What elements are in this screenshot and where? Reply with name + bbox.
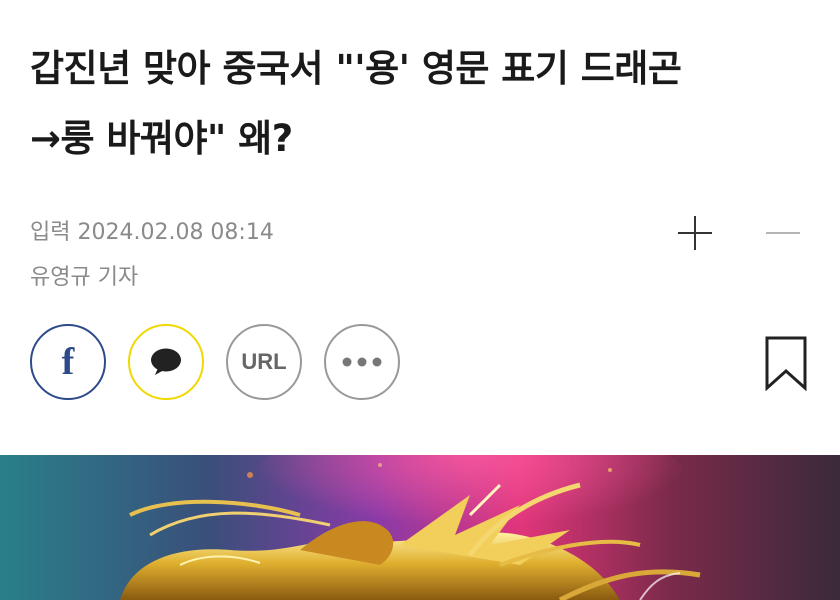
publish-date: 입력 2024.02.08 08:14	[30, 220, 274, 245]
facebook-icon: f	[61, 341, 75, 383]
copy-url-button[interactable]: URL	[226, 324, 302, 400]
font-decrease-button[interactable]	[764, 214, 802, 252]
share-facebook-button[interactable]: f	[30, 324, 106, 400]
bookmark-button[interactable]	[764, 335, 808, 392]
golden-dragon-photo	[0, 455, 840, 600]
url-label: URL	[241, 349, 287, 374]
speech-bubble-icon	[151, 348, 181, 375]
bookmark-icon	[765, 336, 807, 392]
reporter-name: 유영규 기자	[30, 265, 139, 290]
headline-line-2: →룽 바꿔야" 왜?	[30, 117, 293, 160]
font-increase-button[interactable]	[676, 214, 714, 252]
article-headline: 갑진년 맞아 중국서 "'용' 영문 표기 드래곤 →룽 바꿔야" 왜?	[30, 34, 810, 174]
headline-line-1: 갑진년 맞아 중국서 "'용' 영문 표기 드래곤	[30, 47, 682, 90]
ellipsis-icon	[342, 357, 382, 367]
hero-image	[0, 455, 840, 600]
more-share-button[interactable]	[324, 324, 400, 400]
share-kakaotalk-button[interactable]	[128, 324, 204, 400]
